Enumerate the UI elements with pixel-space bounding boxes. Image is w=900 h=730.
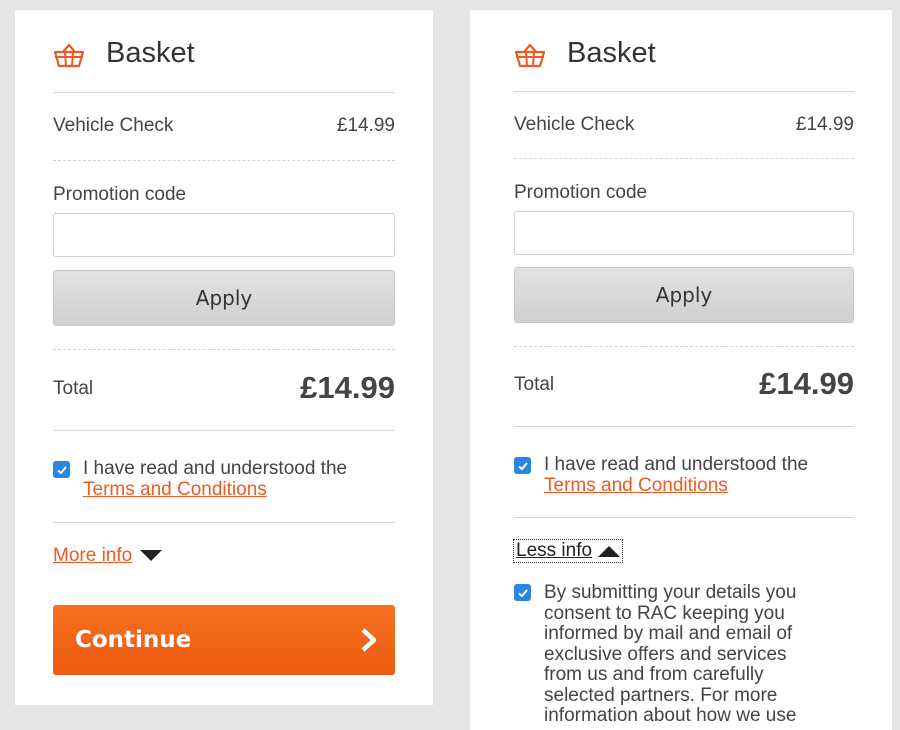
- caret-up-icon: [598, 546, 621, 557]
- promotion-code-label: Promotion code: [514, 182, 648, 203]
- divider: [514, 426, 854, 427]
- total-value: £14.99: [300, 370, 395, 405]
- marketing-line: exclusive offers and services: [544, 643, 787, 665]
- terms-text: I have read and understood the: [83, 458, 348, 479]
- divider: [53, 522, 395, 523]
- terms-and-conditions-link[interactable]: Terms and Conditions: [83, 479, 267, 500]
- caret-down-icon: [140, 550, 163, 561]
- promotion-code-input[interactable]: [53, 213, 395, 257]
- checkmark-icon: [56, 465, 67, 474]
- basket-panel-expanded: Basket Vehicle Check £14.99 Promotion co…: [470, 10, 892, 730]
- divider: [514, 91, 854, 92]
- terms-checkbox[interactable]: [514, 457, 531, 474]
- total-label: Total: [53, 378, 94, 399]
- marketing-consent-text: By submitting your details you consent t…: [544, 582, 797, 727]
- divider: [53, 349, 395, 350]
- divider: [53, 430, 395, 431]
- continue-button-label: Continue: [75, 627, 192, 653]
- chevron-right-icon: [361, 628, 377, 652]
- apply-button[interactable]: Apply: [53, 270, 395, 326]
- less-info-toggle[interactable]: Less info: [513, 539, 624, 563]
- divider: [514, 517, 854, 518]
- terms-checkbox[interactable]: [53, 461, 70, 478]
- marketing-consent-checkbox[interactable]: [514, 584, 531, 601]
- total-value: £14.99: [759, 366, 854, 401]
- total-label: Total: [514, 374, 555, 395]
- apply-button[interactable]: Apply: [514, 267, 854, 323]
- basket-panel-collapsed: Basket Vehicle Check £14.99 Promotion co…: [15, 10, 433, 705]
- basket-icon: [53, 43, 85, 68]
- item-price: £14.99: [336, 115, 395, 136]
- apply-button-label: Apply: [195, 286, 253, 310]
- item-name: Vehicle Check: [53, 115, 174, 136]
- item-price: £14.99: [795, 114, 854, 135]
- divider: [514, 158, 854, 159]
- divider: [53, 160, 395, 161]
- terms-and-conditions-link[interactable]: Terms and Conditions: [544, 475, 728, 496]
- terms-consent: I have read and understood the Terms and…: [83, 458, 347, 500]
- promotion-code-input[interactable]: [514, 211, 854, 255]
- checkmark-icon: [517, 461, 528, 470]
- terms-text: I have read and understood the: [544, 454, 809, 475]
- marketing-line: consent to RAC keeping you: [544, 602, 785, 624]
- marketing-line: information about how we use: [544, 705, 797, 726]
- marketing-line: By submitting your details you: [544, 582, 797, 603]
- basket-title: Basket: [567, 37, 656, 69]
- less-info-link[interactable]: Less info: [516, 540, 592, 562]
- item-name: Vehicle Check: [514, 114, 635, 135]
- promotion-code-label: Promotion code: [53, 184, 187, 205]
- marketing-line: from us and from carefully: [544, 664, 764, 685]
- basket-icon: [514, 43, 546, 68]
- terms-consent: I have read and understood the Terms and…: [544, 454, 808, 496]
- marketing-line: informed by mail and email of: [544, 623, 793, 644]
- more-info-link[interactable]: More info: [53, 545, 132, 567]
- divider: [53, 92, 395, 93]
- apply-button-label: Apply: [655, 283, 713, 307]
- continue-button[interactable]: Continue: [53, 605, 395, 675]
- basket-title: Basket: [106, 37, 195, 69]
- divider: [514, 346, 854, 347]
- marketing-line: selected partners. For more: [544, 684, 778, 706]
- more-info-toggle[interactable]: More info: [53, 545, 163, 567]
- checkmark-icon: [517, 588, 528, 597]
